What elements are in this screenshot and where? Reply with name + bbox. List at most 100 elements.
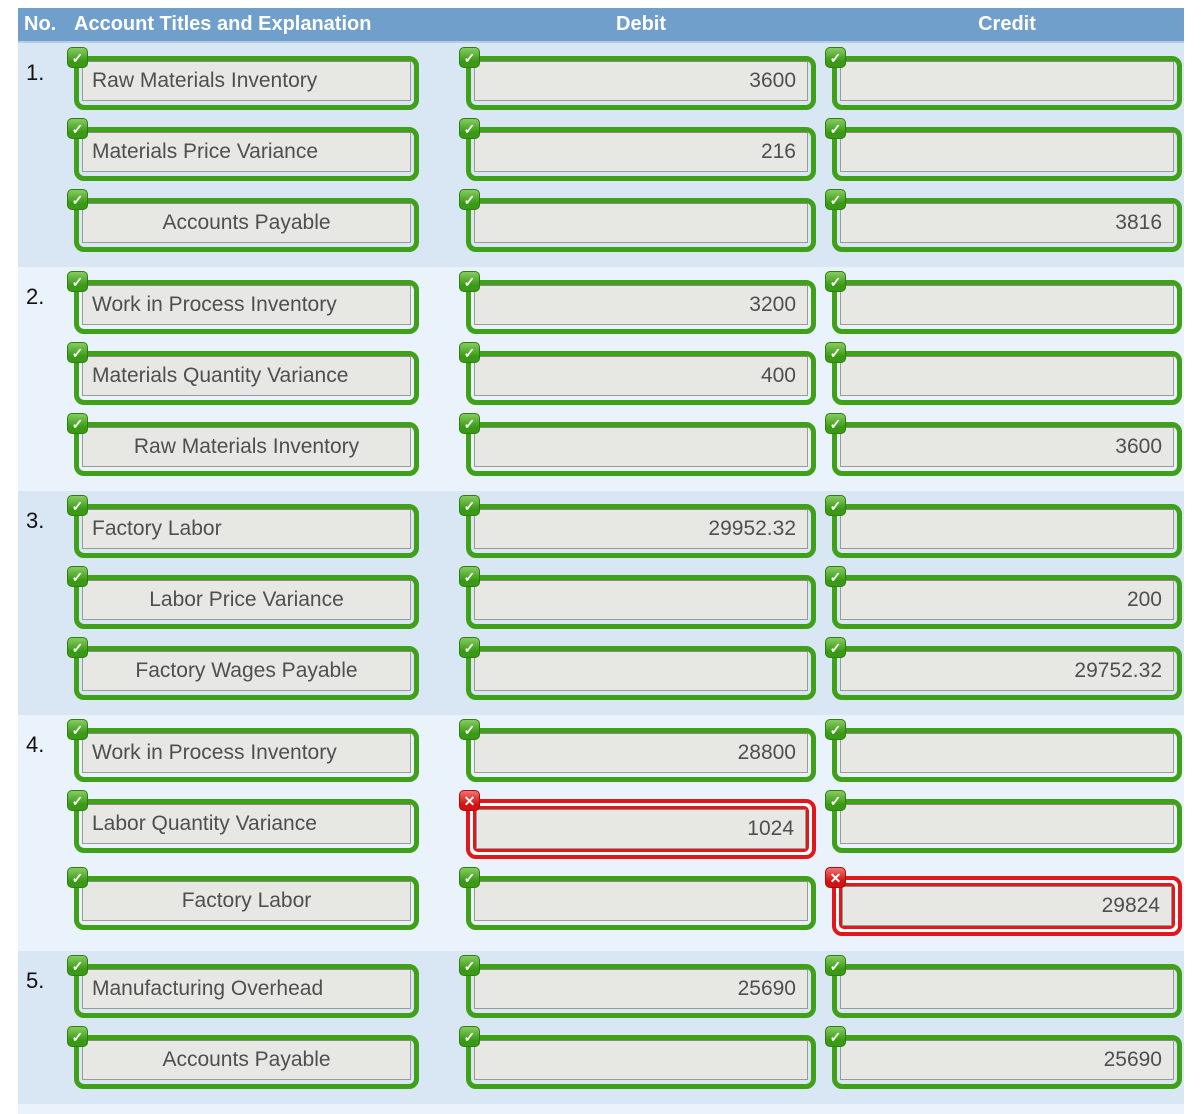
account-cell: ✓ Materials Quantity Variance xyxy=(67,342,419,405)
credit-correct-outline: 3816 xyxy=(832,198,1182,252)
correct-check-icon: ✓ xyxy=(825,118,846,139)
journal-row: 4. ✓ Work in Process Inventory ✓ 28800 ✓ xyxy=(18,719,1184,782)
debit-input[interactable]: 28800 xyxy=(474,733,808,773)
header-credit: Credit xyxy=(978,13,1036,35)
account-input[interactable]: Raw Materials Inventory xyxy=(82,427,411,467)
account-correct-outline: Work in Process Inventory xyxy=(74,280,419,334)
debit-input[interactable] xyxy=(474,580,808,620)
debit-correct-outline xyxy=(466,422,816,476)
debit-input[interactable]: 25690 xyxy=(474,969,808,1009)
credit-input[interactable] xyxy=(840,733,1174,773)
credit-fieldwrap: ✓ xyxy=(825,342,1182,405)
account-cell: ✓ Labor Quantity Variance xyxy=(67,790,419,853)
entry-number xyxy=(18,876,74,880)
debit-input[interactable]: 29952.32 xyxy=(474,509,808,549)
credit-fieldwrap: ✓ xyxy=(825,118,1182,181)
credit-cell: ✓ 3816 xyxy=(825,189,1182,252)
credit-correct-outline xyxy=(832,56,1182,110)
account-input[interactable]: Factory Labor xyxy=(82,881,411,921)
debit-correct-outline: 3200 xyxy=(466,280,816,334)
debit-input[interactable] xyxy=(474,651,808,691)
debit-input[interactable] xyxy=(474,427,808,467)
credit-fieldwrap: ✓ xyxy=(825,790,1182,853)
debit-input[interactable]: 3600 xyxy=(474,61,808,101)
account-cell: ✓ Materials Price Variance xyxy=(67,118,419,181)
account-input[interactable]: Factory Labor xyxy=(82,509,411,549)
account-input[interactable]: Work in Process Inventory xyxy=(82,285,411,325)
entry-number xyxy=(18,198,74,202)
journal-row: ✓ Factory Labor ✓ ✕ 29824 xyxy=(18,867,1184,936)
debit-fieldwrap: ✓ xyxy=(459,867,816,930)
credit-input[interactable] xyxy=(840,356,1174,396)
debit-fieldwrap: ✓ xyxy=(459,1026,816,1089)
correct-check-icon: ✓ xyxy=(67,719,88,740)
debit-correct-outline xyxy=(466,646,816,700)
entry-number: 2. xyxy=(26,284,45,309)
credit-input[interactable]: 25690 xyxy=(840,1040,1174,1080)
account-input[interactable]: Accounts Payable xyxy=(82,203,411,243)
debit-input[interactable]: 400 xyxy=(474,356,808,396)
account-correct-outline: Labor Quantity Variance xyxy=(74,799,419,853)
debit-fieldwrap: ✓ xyxy=(459,189,816,252)
journal-entry-worksheet: No. Account Titles and Explanation Debit… xyxy=(0,0,1202,1114)
entry-number xyxy=(18,575,74,579)
credit-input[interactable] xyxy=(840,285,1174,325)
debit-fieldwrap: ✓ 25690 xyxy=(459,955,816,1018)
account-input[interactable]: Raw Materials Inventory xyxy=(82,61,411,101)
entry-number xyxy=(18,799,74,803)
debit-input[interactable] xyxy=(474,203,808,243)
correct-check-icon: ✓ xyxy=(67,189,88,210)
account-fieldwrap: ✓ Manufacturing Overhead xyxy=(67,955,419,1018)
account-input[interactable]: Manufacturing Overhead xyxy=(82,969,411,1009)
credit-cell: ✓ 29752.32 xyxy=(825,637,1182,700)
debit-input[interactable]: 216 xyxy=(474,132,808,172)
credit-input[interactable]: 3600 xyxy=(840,427,1174,467)
credit-correct-outline: 200 xyxy=(832,575,1182,629)
credit-incorrect-outline: 29824 xyxy=(832,876,1182,936)
credit-input[interactable] xyxy=(840,132,1174,172)
debit-correct-outline: 25690 xyxy=(466,964,816,1018)
credit-input[interactable] xyxy=(840,804,1174,844)
debit-cell: ✕ 1024 xyxy=(459,790,816,859)
debit-cell: ✓ 400 xyxy=(459,342,816,405)
debit-input[interactable]: 3200 xyxy=(474,285,808,325)
entry-block-3: 3. ✓ Factory Labor ✓ 29952.32 ✓ ✓ Labor Price V… xyxy=(18,491,1184,715)
entry-number xyxy=(18,1035,74,1039)
credit-fieldwrap: ✓ 3816 xyxy=(825,189,1182,252)
credit-fieldwrap: ✓ 29752.32 xyxy=(825,637,1182,700)
correct-check-icon: ✓ xyxy=(459,495,480,516)
credit-incorrect-inner-outline: 29824 xyxy=(839,883,1175,929)
credit-fieldwrap: ✓ 200 xyxy=(825,566,1182,629)
table-header-row: No. Account Titles and Explanation Debit… xyxy=(18,8,1184,43)
account-input[interactable]: Materials Quantity Variance xyxy=(82,356,411,396)
account-correct-outline: Raw Materials Inventory xyxy=(74,422,419,476)
account-input[interactable]: Factory Wages Payable xyxy=(82,651,411,691)
account-cell: ✓ Work in Process Inventory xyxy=(67,271,419,334)
correct-check-icon: ✓ xyxy=(825,1026,846,1047)
entry-number: 3. xyxy=(26,508,45,533)
account-input[interactable]: Labor Quantity Variance xyxy=(82,804,411,844)
correct-check-icon: ✓ xyxy=(825,271,846,292)
credit-input[interactable]: 29824 xyxy=(842,886,1172,926)
credit-input[interactable] xyxy=(840,969,1174,1009)
account-input[interactable]: Accounts Payable xyxy=(82,1040,411,1080)
credit-input[interactable] xyxy=(840,61,1174,101)
debit-input[interactable]: 1024 xyxy=(476,809,806,849)
debit-cell: ✓ 29952.32 xyxy=(459,495,816,558)
debit-input[interactable] xyxy=(474,1040,808,1080)
credit-input[interactable]: 3816 xyxy=(840,203,1174,243)
entry-number xyxy=(18,646,74,650)
account-input[interactable]: Labor Price Variance xyxy=(82,580,411,620)
credit-correct-outline xyxy=(832,127,1182,181)
debit-input[interactable] xyxy=(474,881,808,921)
account-input[interactable]: Materials Price Variance xyxy=(82,132,411,172)
credit-input[interactable]: 29752.32 xyxy=(840,651,1174,691)
credit-cell: ✓ xyxy=(825,47,1182,110)
account-fieldwrap: ✓ Work in Process Inventory xyxy=(67,719,419,782)
credit-input[interactable] xyxy=(840,509,1174,549)
credit-cell: ✓ xyxy=(825,118,1182,181)
credit-input[interactable]: 200 xyxy=(840,580,1174,620)
entry-block-2: 2. ✓ Work in Process Inventory ✓ 3200 ✓ ✓ Mater… xyxy=(18,267,1184,491)
account-input[interactable]: Work in Process Inventory xyxy=(82,733,411,773)
correct-check-icon: ✓ xyxy=(459,719,480,740)
